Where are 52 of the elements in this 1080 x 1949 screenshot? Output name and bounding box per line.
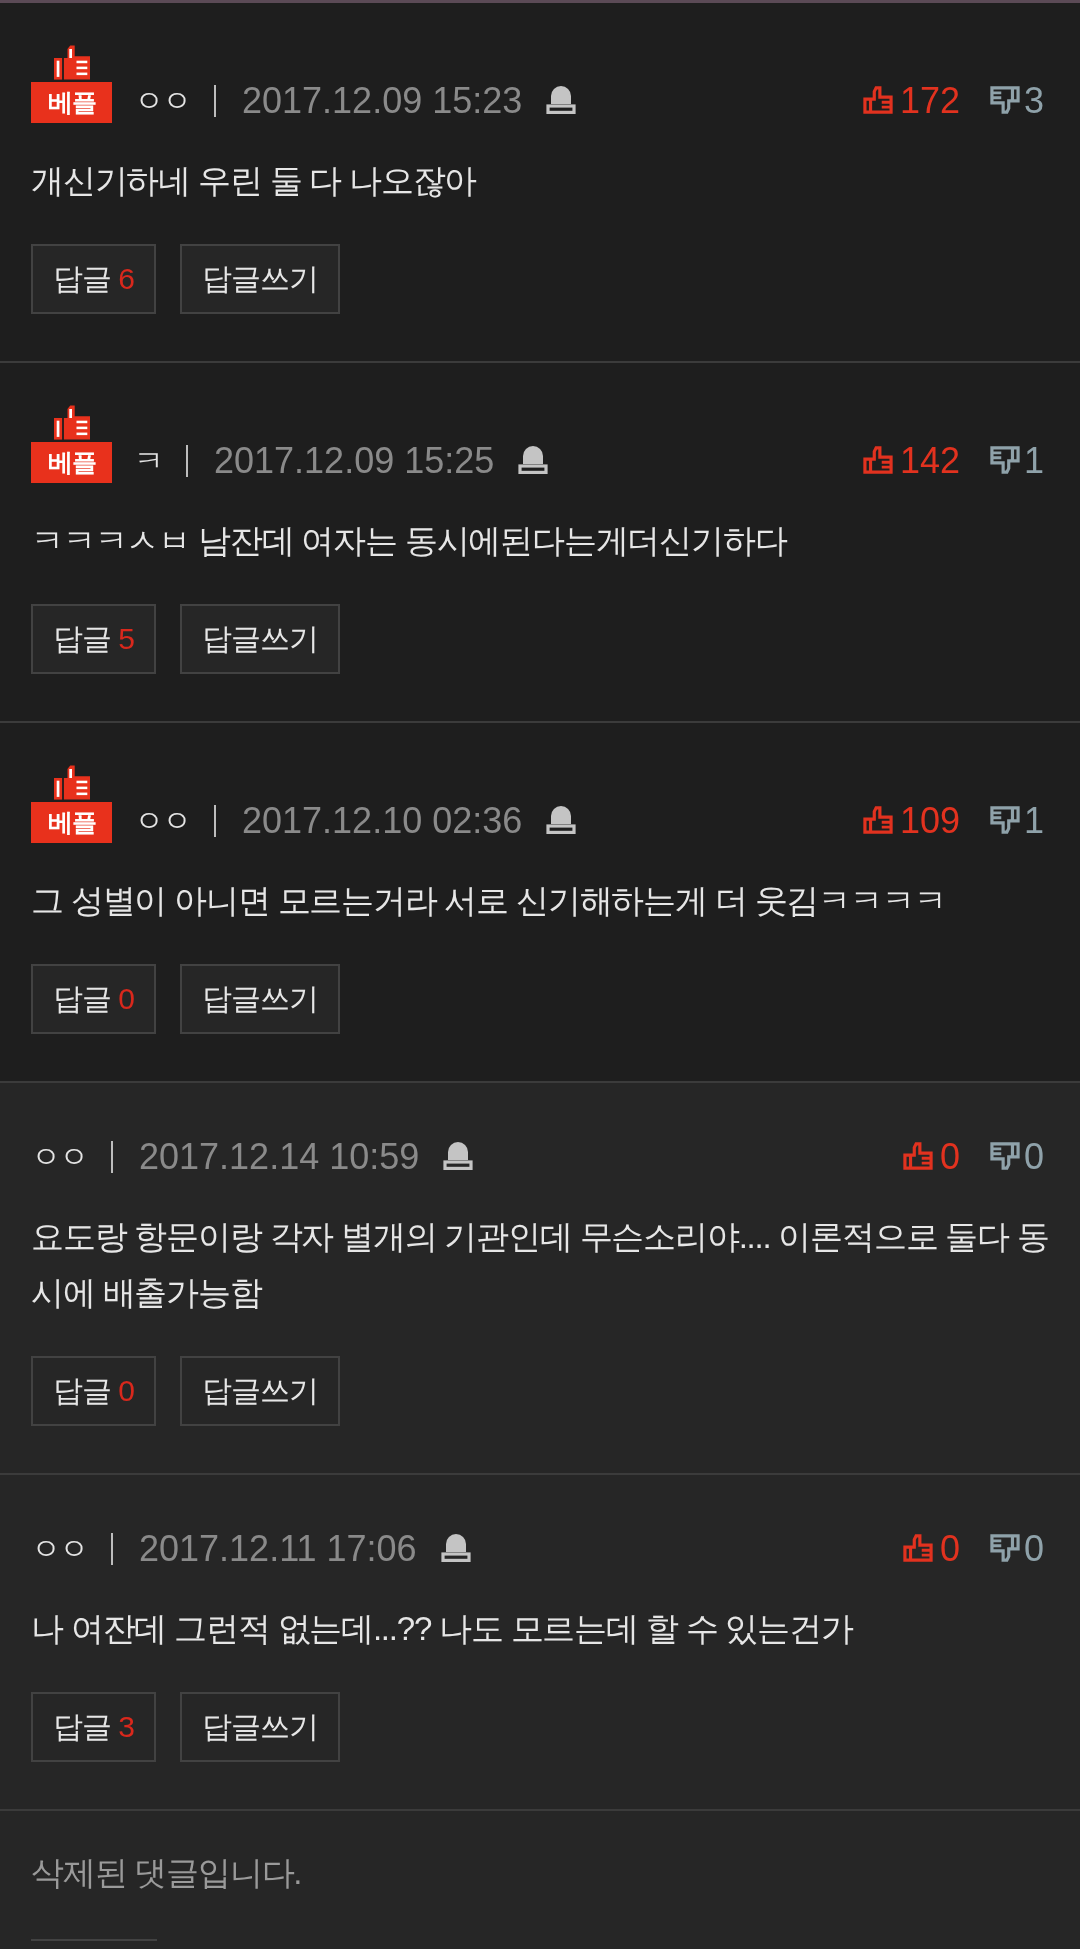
write-reply-button[interactable]: 답글쓰기 [180,964,341,1034]
replies-button[interactable]: 답글 5 [31,604,157,674]
replies-button[interactable]: 답글 3 [31,1692,157,1762]
best-badge: 베플 [31,802,112,843]
thumbs-up-icon [53,45,90,80]
best-badge: 베플 [31,82,112,123]
thumbs-down-icon[interactable] [989,1142,1020,1170]
like-count: 142 [899,439,960,483]
thumbs-up-icon [53,405,90,440]
thumbs-up-icon[interactable] [902,1534,933,1562]
deleted-comment-text: 삭제된 댓글입니다. [31,1853,303,1893]
write-reply-button[interactable]: 답글쓰기 [180,244,341,314]
dislike-count: 0 [1023,1527,1044,1571]
thumbs-up-icon [53,765,90,800]
thumbs-up-icon[interactable] [862,806,893,834]
username[interactable]: ㅋ [134,439,162,483]
comment-date: 2017.12.09 15:25 [214,439,495,483]
thumbs-up-icon[interactable] [902,1142,933,1170]
dislike-count: 0 [1023,1135,1044,1179]
comment-text: 요도랑 항문이랑 각자 별개의 기관인데 무슨소리야.... 이론적으로 둘다 동시에 배출가능함 [31,1217,1050,1313]
thumbs-up-icon[interactable] [862,86,893,114]
comment-date: 2017.12.11 17:06 [139,1527,417,1571]
thumbs-down-icon[interactable] [989,446,1020,474]
write-reply-button[interactable]: 답글쓰기 [180,604,341,674]
like-count: 172 [899,79,960,123]
username[interactable]: ㅇㅇ [134,79,190,123]
dislike-count: 1 [1023,439,1044,483]
username[interactable]: ㅇㅇ [31,1527,87,1571]
thumbs-down-icon[interactable] [989,1534,1020,1562]
write-reply-button[interactable]: 답글쓰기 [180,1356,341,1426]
comment-text: 그 성별이 아니면 모르는거라 서로 신기해하는게 더 웃김ㅋㅋㅋㅋ [31,881,947,921]
comment-text: 개신기하네 우린 둘 다 나오잖아 [31,161,478,201]
dislike-count: 1 [1023,799,1044,843]
username[interactable]: ㅇㅇ [134,799,190,843]
thumbs-down-icon[interactable] [989,806,1020,834]
like-count: 0 [939,1527,960,1571]
comment-date: 2017.12.14 10:59 [139,1135,420,1179]
comment-date: 2017.12.09 15:23 [242,79,523,123]
thumbs-up-icon[interactable] [862,446,893,474]
comment-text: 나 여잔데 그런적 없는데...?? 나도 모르는데 할 수 있는건가 [31,1609,855,1649]
dislike-count: 3 [1023,79,1044,123]
comment-text: ㅋㅋㅋㅅㅂ 남잔데 여자는 동시에된다는게더신기하다 [31,521,788,561]
write-reply-button[interactable]: 답글쓰기 [180,1692,341,1762]
thumbs-down-icon[interactable] [989,86,1020,114]
username[interactable]: ㅇㅇ [31,1135,87,1179]
replies-button[interactable]: 답글 0 [31,964,157,1034]
like-count: 0 [939,1135,960,1179]
like-count: 109 [899,799,960,843]
replies-button[interactable]: 답글 0 [31,1356,157,1426]
best-badge: 베플 [31,442,112,483]
replies-button[interactable]: 답글 6 [31,244,157,314]
comment-date: 2017.12.10 02:36 [242,799,523,843]
